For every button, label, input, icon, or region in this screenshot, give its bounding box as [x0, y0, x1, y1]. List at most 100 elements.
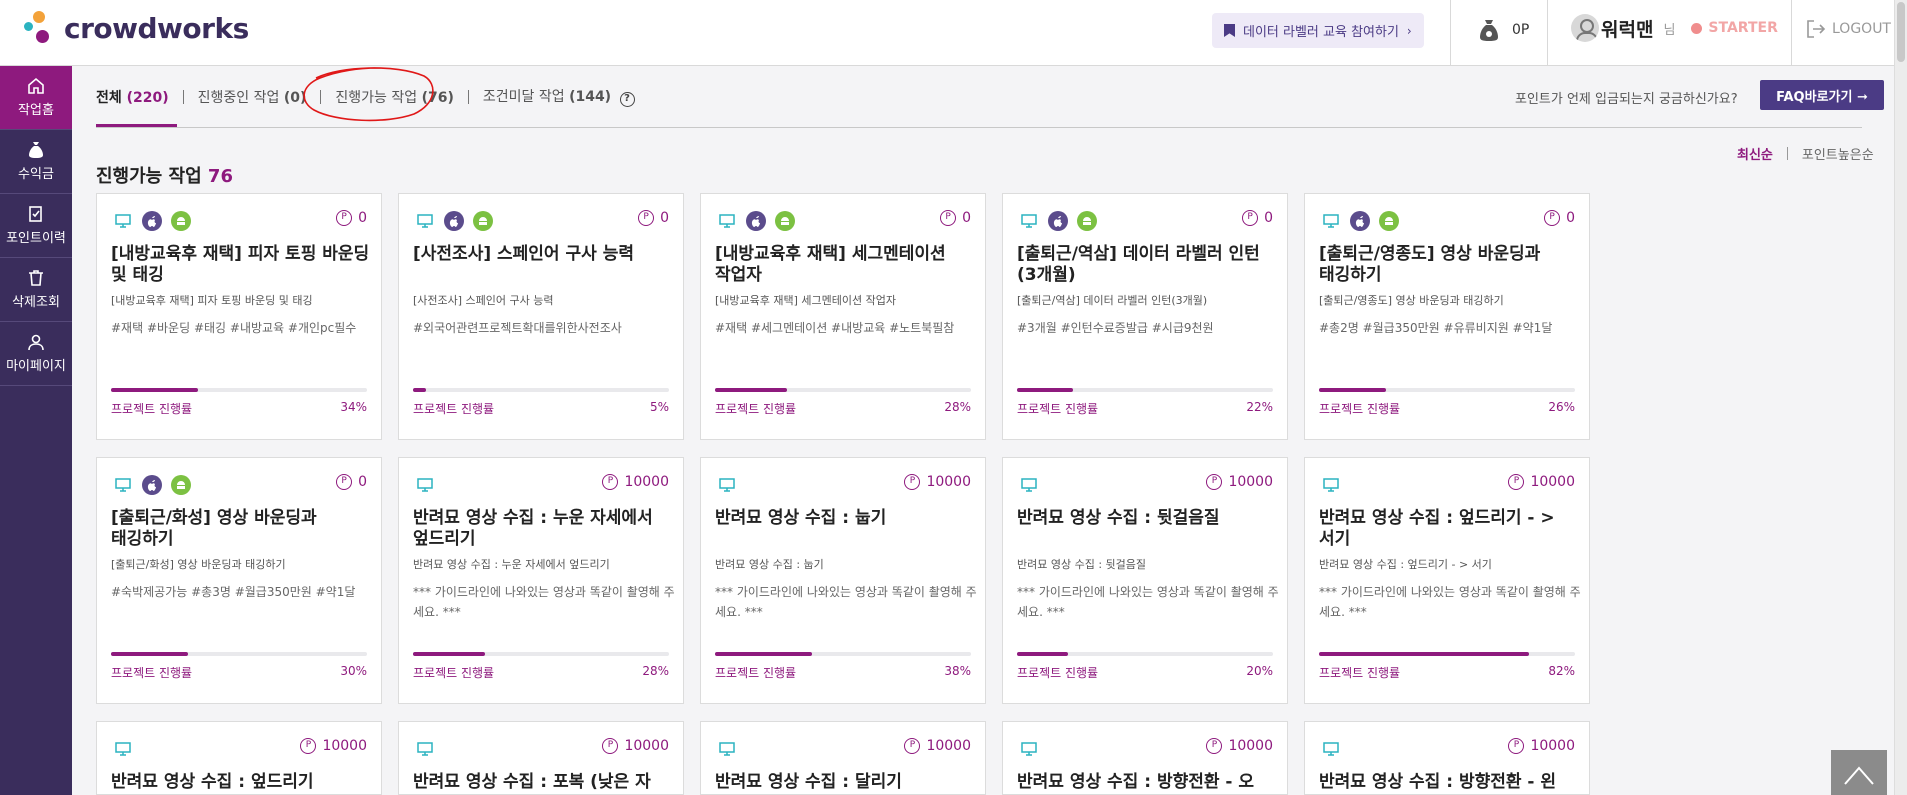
pc-icon	[1019, 739, 1039, 759]
task-card[interactable]: P 10000 반려묘 영상 수집 : 눕기 반려묘 영상 수집 : 눕기 ***…	[700, 457, 986, 704]
task-title: 반려묘 영상 수집 : 엎드리기 - > 서기	[1319, 508, 1555, 549]
reward-value: 10000	[624, 738, 669, 754]
reward-value: 10000	[926, 474, 971, 490]
pc-icon	[415, 475, 435, 495]
task-tags: #재택 #세그멘테이션 #내방교육 #노트북필참	[715, 321, 955, 335]
crowdworks-logo[interactable]: crowdworks	[22, 8, 249, 48]
task-card[interactable]: P0 [출퇴근/역삼] 데이터 라벨러 인턴(3개월) [출퇴근/역삼] 데이터…	[1002, 193, 1288, 440]
faq-shortcut-button[interactable]: FAQ바로가기 ➞	[1760, 80, 1884, 110]
reward-value: 10000	[926, 738, 971, 754]
sidebar-item-work-home[interactable]: 작업홈	[0, 66, 72, 130]
progress-bar	[1017, 388, 1273, 392]
task-subtitle: [사전조사] 스페인어 구사 능력	[413, 294, 554, 307]
user-info[interactable]: 워럭맨 님 STARTER	[1571, 14, 1778, 42]
logout-label: LOGOUT	[1832, 21, 1891, 37]
platform-icons	[717, 475, 746, 495]
main-content: 전체 (220) 진행중인 작업 (0) 진행가능 작업 (76) 조건미달 작…	[72, 66, 1894, 795]
sidebar-item-label: 작업홈	[18, 103, 54, 118]
sort-points-high[interactable]: 포인트높은순	[1802, 144, 1874, 163]
header-divider	[1791, 0, 1792, 66]
android-icon	[1379, 211, 1399, 231]
sort-latest[interactable]: 최신순	[1737, 144, 1773, 163]
sidebar-item-point-history[interactable]: 포인트이력	[0, 194, 72, 258]
sidebar-item-earnings[interactable]: 수익금	[0, 130, 72, 194]
pc-icon	[717, 739, 737, 759]
task-tags: #재택 #바운딩 #태깅 #내방교육 #개인pc필수	[111, 321, 357, 335]
pc-icon	[113, 211, 133, 231]
point-coin-icon: P	[602, 738, 619, 754]
task-title: [내방교육후 재택] 피자 토핑 바운딩 및 태깅	[111, 244, 370, 285]
platform-icons	[415, 739, 444, 759]
tab-in-progress[interactable]: 진행중인 작업 (0)	[198, 87, 307, 107]
user-icon	[28, 334, 44, 351]
progress-percent: 5%	[649, 400, 669, 414]
task-card[interactable]: P 10000 반려묘 영상 수집 : 달리기	[700, 721, 986, 795]
progress-label: 프로젝트 진행률	[1319, 666, 1401, 680]
user-name: 워럭맨	[1601, 18, 1654, 41]
sidebar-item-label: 마이페이지	[6, 359, 66, 374]
apple-icon	[1048, 211, 1068, 231]
android-icon	[775, 211, 795, 231]
progress-bar	[413, 652, 669, 656]
task-card[interactable]: P 10000 반려묘 영상 수집 : 뒷걸음질 반려묘 영상 수집 : 뒷걸음질…	[1002, 457, 1288, 704]
pc-icon	[113, 475, 133, 495]
progress-label: 프로젝트 진행률	[1319, 402, 1401, 416]
task-title: 반려묘 영상 수집 : 눕기	[715, 508, 887, 528]
task-card[interactable]: P0 [출퇴근/화성] 영상 바운딩과 태깅하기 [출퇴근/화성] 영상 바운딩…	[96, 457, 382, 704]
reward-points: P 10000	[300, 738, 367, 754]
labeler-education-button[interactable]: 데이터 라벨러 교육 참여하기 ›	[1212, 13, 1424, 48]
platform-icons	[1321, 739, 1350, 759]
task-card[interactable]: P 10000 반려묘 영상 수집 : 누운 자세에서 엎드리기 반려묘 영상 수…	[398, 457, 684, 704]
reward-value: 0	[962, 210, 971, 226]
progress-label: 프로젝트 진행률	[413, 402, 495, 416]
task-tags: *** 가이드라인에 나와있는 영상과 똑같이 촬영해 주세요. ***	[1017, 585, 1279, 619]
reward-value: 10000	[1530, 474, 1575, 490]
platform-icons	[113, 739, 142, 759]
reward-value: 10000	[322, 738, 367, 754]
progress-percent: 38%	[944, 664, 971, 678]
logout-button[interactable]: LOGOUT	[1806, 20, 1891, 38]
chevron-up-icon	[1844, 766, 1874, 785]
task-tags: *** 가이드라인에 나와있는 영상과 똑같이 촬영해 주세요. ***	[1319, 585, 1581, 619]
task-card[interactable]: P 10000 반려묘 영상 수집 : 방향전환 - 왼	[1304, 721, 1590, 795]
task-card[interactable]: P 10000 반려묘 영상 수집 : 방향전환 - 오	[1002, 721, 1288, 795]
progress-bar	[1319, 388, 1575, 392]
platform-icons	[415, 475, 444, 495]
point-coin-icon: P	[602, 474, 619, 490]
reward-value: 10000	[1530, 738, 1575, 754]
clipboard-check-icon	[29, 206, 42, 222]
progress-bar	[715, 652, 971, 656]
task-card[interactable]: P0 [내방교육후 재택] 세그멘테이션 작업자 [내방교육후 재택] 세그멘테…	[700, 193, 986, 440]
progress-percent: 22%	[1246, 400, 1273, 414]
scroll-to-top-button[interactable]	[1831, 750, 1887, 795]
tab-all[interactable]: 전체 (220)	[96, 87, 169, 107]
tab-count: (144)	[569, 89, 612, 105]
points-display[interactable]: 0P	[1478, 18, 1529, 42]
apple-icon	[142, 475, 162, 495]
sidebar-item-deleted-lookup[interactable]: 삭제조회	[0, 258, 72, 322]
tab-unqualified[interactable]: 조건미달 작업 (144) ?	[483, 86, 635, 107]
page-scrollbar[interactable]	[1894, 0, 1907, 795]
task-subtitle: [내방교육후 재택] 세그멘테이션 작업자	[715, 294, 896, 307]
task-card[interactable]: P0 [출퇴근/영종도] 영상 바운딩과 태깅하기 [출퇴근/영종도] 영상 바…	[1304, 193, 1590, 440]
task-card[interactable]: P0 [내방교육후 재택] 피자 토핑 바운딩 및 태깅 [내방교육후 재택] …	[96, 193, 382, 440]
reward-value: 0	[358, 474, 367, 490]
reward-points: P 10000	[904, 738, 971, 754]
task-title: [출퇴근/화성] 영상 바운딩과 태깅하기	[111, 508, 317, 549]
task-card[interactable]: P 10000 반려묘 영상 수집 : 엎드리기	[96, 721, 382, 795]
task-subtitle: [출퇴근/역삼] 데이터 라벨러 인턴(3개월)	[1017, 294, 1208, 307]
help-icon[interactable]: ?	[619, 92, 635, 107]
task-card[interactable]: P 10000 반려묘 영상 수집 : 엎드리기 - > 서기 반려묘 영상 수집…	[1304, 457, 1590, 704]
task-card[interactable]: P 10000 반려묘 영상 수집 : 포복 (낮은 자	[398, 721, 684, 795]
task-title: [내방교육후 재택] 세그멘테이션 작업자	[715, 244, 946, 285]
android-icon	[171, 211, 191, 231]
task-card[interactable]: P0 [사전조사] 스페인어 구사 능력 [사전조사] 스페인어 구사 능력 #…	[398, 193, 684, 440]
progress-percent: 26%	[1548, 400, 1575, 414]
task-tags: *** 가이드라인에 나와있는 영상과 똑같이 촬영해 주세요. ***	[715, 585, 977, 619]
point-coin-icon: P	[1544, 210, 1561, 226]
task-subtitle: [내방교육후 재택] 피자 토핑 바운딩 및 태깅	[111, 294, 313, 307]
scrollbar-thumb[interactable]	[1897, 2, 1905, 62]
pc-icon	[1019, 475, 1039, 495]
progress-percent: 28%	[944, 400, 971, 414]
sidebar-item-mypage[interactable]: 마이페이지	[0, 322, 72, 386]
